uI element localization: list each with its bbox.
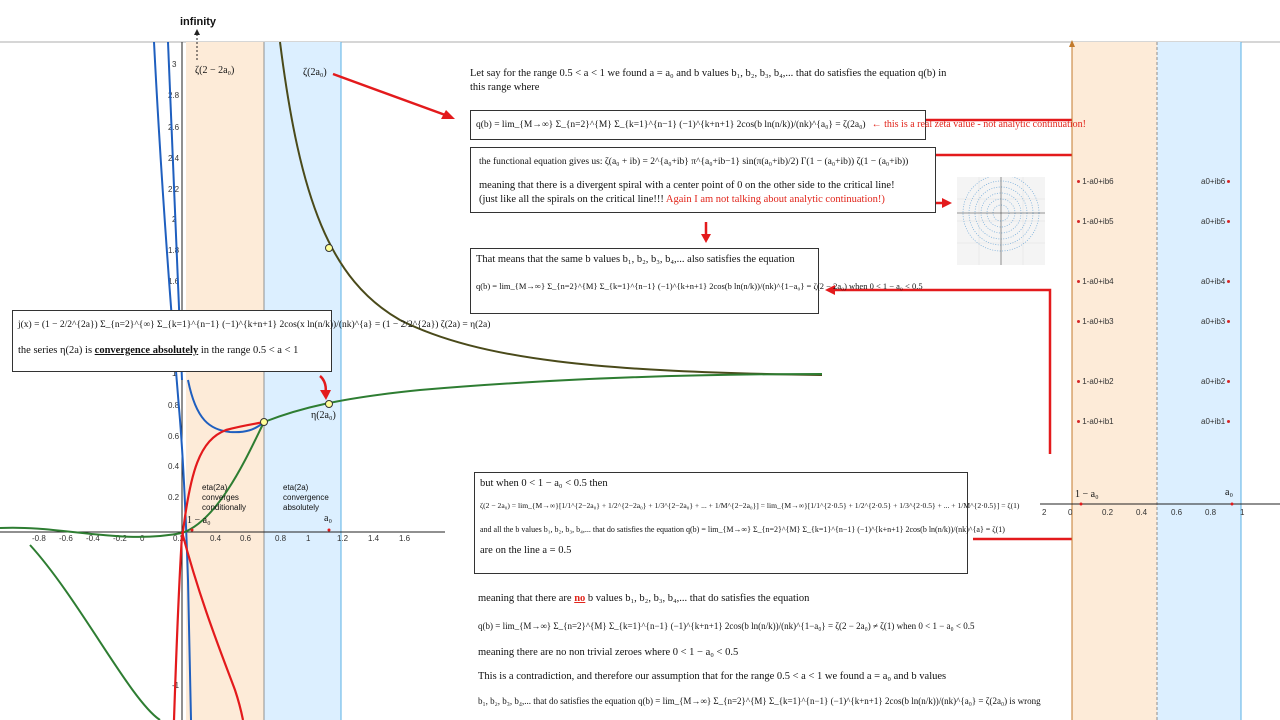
canvas: -0.8 -0.6 -0.4 -0.2 0 0.2 0.4 0.6 0.8 1 1.2 1.4 1.6 … [0, 0, 1280, 720]
band-blue [264, 42, 341, 720]
functional-note: (just like all the spirals on the critic… [479, 193, 885, 205]
y-tick-label: 0.4 [168, 462, 180, 471]
band-orange-note: eta(2a) converges conditionally [202, 483, 247, 512]
but-when-formula: ζ(2 − 2a₀) = lim_{M→∞}[1/1^{2−2a₀} + 1/2… [480, 501, 1020, 511]
red-curve-down [172, 534, 184, 720]
x-tick-label: 1.2 [337, 534, 349, 543]
qb-box: q(b) = lim_{M→∞} Σ_{n=2}^{M} Σ_{k=1}^{n−… [470, 110, 1086, 140]
x-tick-label: 0.4 [210, 534, 222, 543]
x-tick-label: 0.6 [240, 534, 252, 543]
right-x-tick-label: 0.2 [1102, 508, 1114, 517]
zero-right-3: a0+ib3 [1201, 317, 1231, 326]
zeta-left-label: ζ(2 − 2a₀) [195, 65, 235, 76]
zero-left-5: 1-a0+ib5 [1077, 217, 1114, 226]
y-tick-label: 2.6 [168, 123, 180, 132]
y-tick-label: 0.6 [168, 432, 180, 441]
but-when-box: but when 0 < 1 − a₀ < 0.5 then ζ(2 − 2a₀… [474, 472, 1020, 574]
point-zeta [325, 244, 333, 252]
conclusion-line1: meaning that there are no b values b₁, b… [478, 593, 810, 604]
zero-right-2: a0+ib2 [1201, 377, 1231, 386]
right-x-tick-label: 0 [1068, 508, 1073, 517]
y-tick-label: 0.2 [168, 493, 180, 502]
qb-formula: q(b) = lim_{M→∞} Σ_{n=2}^{M} Σ_{k=1}^{n−… [476, 119, 866, 130]
infinity-arrow-head [194, 29, 200, 35]
same-b-text: That means that the same b values b₁, b₂… [476, 254, 795, 265]
right-one-minus-a0: 1 − a₀ [1075, 489, 1099, 500]
zero-left-1: 1-a0+ib1 [1077, 417, 1114, 426]
spiral-image [957, 177, 1045, 265]
point-a0 [327, 528, 331, 532]
but-when-text: but when 0 < 1 − a₀ < 0.5 then [480, 478, 608, 489]
jx-series-line: the series η(2a) is convergence absolute… [18, 344, 299, 356]
intro-text: Let say for the range 0.5 < a < 1 we fou… [470, 68, 947, 94]
right-x-tick-label: 0.4 [1136, 508, 1148, 517]
conclusion-formula: q(b) = lim_{M→∞} Σ_{n=2}^{M} Σ_{k=1}^{n−… [478, 621, 975, 632]
functional-spiral-text: meaning that there is a divergent spiral… [479, 179, 895, 191]
zero-right-4: a0+ib4 [1201, 277, 1231, 286]
right-x-tick-label: 0.6 [1171, 508, 1183, 517]
right-x-tick-label: 1 [1240, 508, 1245, 517]
y-tick-label: 3 [172, 60, 177, 69]
qb-note: ← this is a real zeta value - not analyt… [871, 119, 1086, 131]
x-tick-label: 0 [140, 534, 145, 543]
x-tick-label: 0.8 [275, 534, 287, 543]
band-orange [186, 42, 264, 720]
x-tick-label: -0.8 [32, 534, 46, 543]
zero-right-5: a0+ib5 [1201, 217, 1231, 226]
right-x-tick-labels: 2 0 0.2 0.4 0.6 0.8 1 [1042, 508, 1245, 517]
jx-formula: j(x) = (1 − 2/2^{2a}) Σ_{n=2}^{∞} Σ_{k=1… [18, 320, 491, 330]
a0-label: a₀ [324, 513, 332, 524]
same-b-formula: q(b) = lim_{M→∞} Σ_{n=2}^{M} Σ_{k=1}^{n−… [476, 281, 923, 292]
zero-left-2: 1-a0+ib2 [1077, 377, 1114, 386]
one-minus-a0-label: 1 − a₀ [187, 515, 211, 526]
point-eta [325, 400, 333, 408]
point-half [260, 418, 268, 426]
point-1-a0 [190, 528, 194, 532]
right-x-tick-label: 2 [1042, 508, 1047, 517]
zero-left-4: 1-a0+ib4 [1077, 277, 1114, 286]
conclusion-line4: This is a contradiction, and therefore o… [478, 671, 947, 683]
zero-left-3: 1-a0+ib3 [1077, 317, 1114, 326]
x-tick-label: 1.4 [368, 534, 380, 543]
but-when-line3: and all the b values b₁, b₂, b₃, b₄,... … [480, 525, 1005, 535]
green-curve-low [29, 544, 161, 720]
conclusion-text: meaning that there are no b values b₁, b… [478, 592, 1041, 707]
jx-formula-box: j(x) = (1 − 2/2^{2a}) Σ_{n=2}^{∞} Σ_{k=1… [12, 310, 491, 372]
zeta-right-label: ζ(2a₀) [303, 67, 327, 78]
right-x-tick-label: 0.8 [1205, 508, 1217, 517]
zero-right-6: a0+ib6 [1201, 177, 1231, 186]
conclusion-line5: b₁, b₂, b₃, b₄,... that do satisfies the… [478, 695, 1041, 706]
eta-label: η(2a₀) [311, 410, 336, 421]
zero-left-6: 1-a0+ib6 [1077, 177, 1114, 186]
x-tick-label: 1.6 [399, 534, 411, 543]
infinity-label: infinity [180, 16, 217, 28]
functional-formula: the functional equation gives us: ζ(a₀ +… [479, 157, 909, 167]
x-tick-label: -0.6 [59, 534, 73, 543]
right-a0: a₀ [1225, 487, 1233, 498]
band-blue-note: eta(2a) convergence absolutely [283, 483, 329, 512]
y-tick-label: 1.8 [168, 246, 180, 255]
but-when-line4: are on the line a = 0.5 [480, 545, 572, 557]
zero-right-1: a0+ib1 [1201, 417, 1231, 426]
x-tick-label: 1 [306, 534, 311, 543]
conclusion-line3: meaning there are no non trivial zeroes … [478, 647, 739, 659]
same-b-box: That means that the same b values b₁, b₂… [470, 248, 923, 314]
functional-eq-box: the functional equation gives us: ζ(a₀ +… [470, 147, 936, 213]
